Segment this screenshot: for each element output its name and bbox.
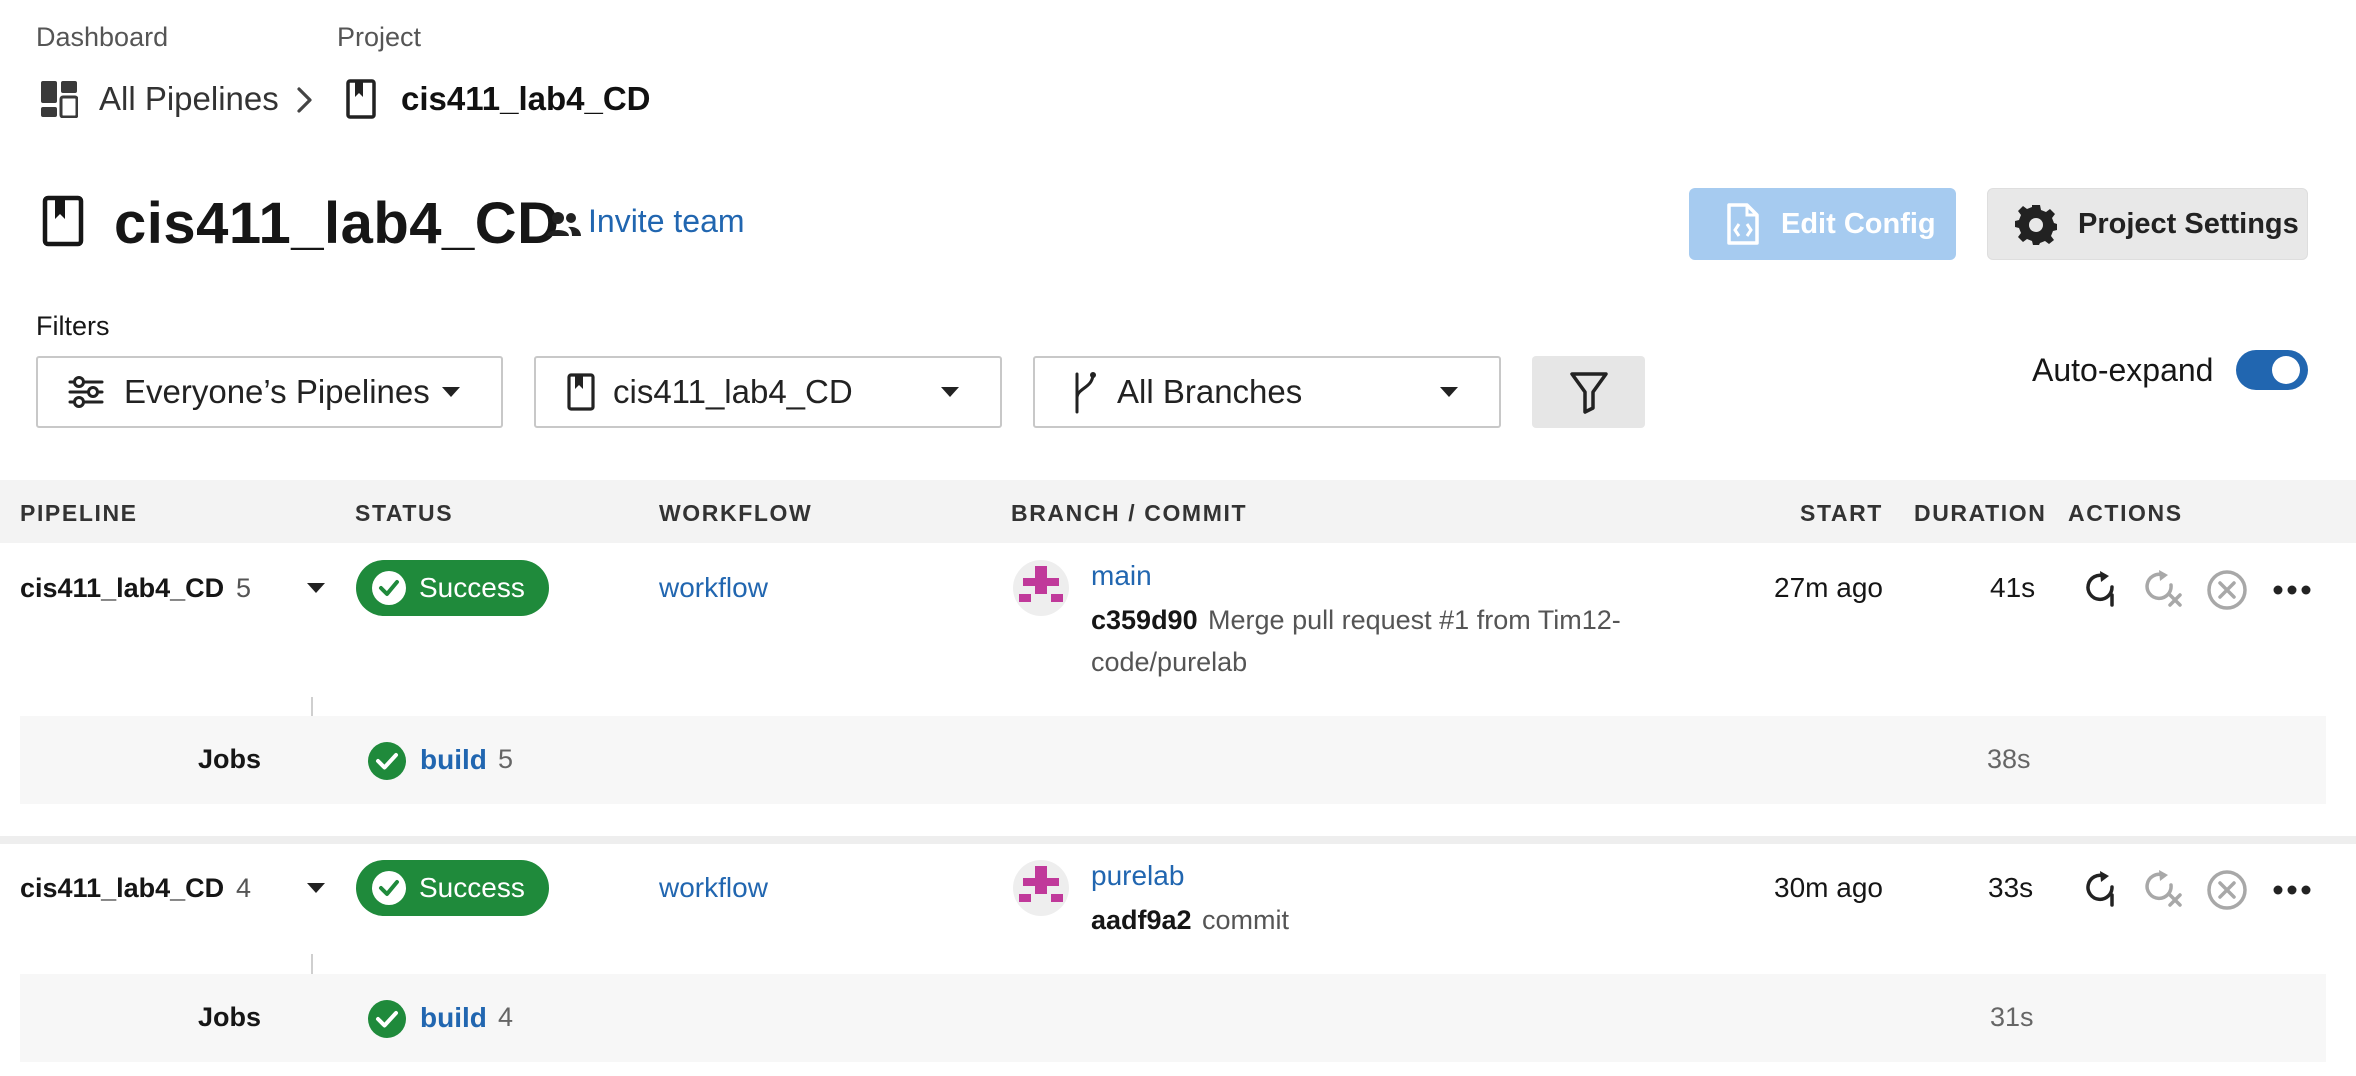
jobs-label: Jobs <box>198 744 262 774</box>
rerun-failed-icon[interactable] <box>2143 869 2183 909</box>
job-duration: 31s <box>1990 1002 2034 1032</box>
jobs-row: Jobs build 4 31s <box>20 974 2326 1062</box>
toggle-knob <box>2272 356 2300 384</box>
avatar <box>1013 860 1069 916</box>
job-success-icon <box>367 741 407 781</box>
check-circle-icon <box>371 870 407 906</box>
cancel-icon[interactable] <box>2206 869 2248 911</box>
project-filter-value: cis411_lab4_CD <box>613 373 853 410</box>
commit-info: c359d90 Merge pull request #1 from Tim12… <box>1091 599 1711 683</box>
jobs-row: Jobs build 5 38s <box>20 716 2326 804</box>
breadcrumb-project-label: Project <box>337 22 422 52</box>
bookmark-project-icon <box>567 373 595 411</box>
pipeline-number: 4 <box>236 873 252 903</box>
page-title: cis411_lab4_CD <box>114 191 560 256</box>
breadcrumb-all-pipelines[interactable]: All Pipelines <box>99 80 279 118</box>
commit-info: aadf9a2 commit <box>1091 899 1711 941</box>
more-dots-icon[interactable] <box>2273 885 2311 895</box>
column-header-duration: DURATION <box>1914 500 2047 526</box>
jobs-label: Jobs <box>198 1002 262 1032</box>
project-settings-label: Project Settings <box>2078 207 2299 240</box>
people-icon <box>546 210 582 238</box>
column-header-branch-commit: BRANCH / COMMIT <box>1011 500 1248 526</box>
commit-message: Merge pull request #1 from Tim12- <box>1208 605 1621 635</box>
git-branch-icon <box>1069 370 1099 414</box>
status-text: Success <box>419 872 525 903</box>
job-number: 4 <box>498 1002 514 1032</box>
gear-icon <box>2015 203 2057 245</box>
breadcrumb-current-project: cis411_lab4_CD <box>401 80 651 117</box>
dashboard-grid-icon <box>40 80 78 118</box>
duration: 41s <box>1990 572 2036 603</box>
commit-sha[interactable]: aadf9a2 <box>1091 905 1192 935</box>
branch-link[interactable]: main <box>1091 560 1152 592</box>
rerun-failed-icon[interactable] <box>2143 569 2183 609</box>
job-success-icon <box>367 999 407 1039</box>
bookmark-project-icon <box>346 79 376 119</box>
rerun-icon[interactable] <box>2082 869 2120 907</box>
table-row: cis411_lab4_CD 4 Success workflow purela… <box>0 844 2356 1076</box>
rerun-icon[interactable] <box>2082 569 2120 607</box>
sliders-icon <box>68 374 104 410</box>
pipelines-filter-select[interactable]: Everyone’s Pipelines <box>36 356 503 428</box>
expand-chevron-icon[interactable] <box>306 582 326 594</box>
column-header-workflow: WORKFLOW <box>659 500 813 526</box>
expand-chevron-icon[interactable] <box>306 882 326 894</box>
branches-filter-value: All Branches <box>1117 373 1303 410</box>
column-header-status: STATUS <box>355 500 454 526</box>
duration: 33s <box>1988 872 2034 903</box>
job-duration: 38s <box>1987 744 2031 774</box>
edit-config-button[interactable]: Edit Config <box>1689 188 1956 260</box>
pipelines-filter-value: Everyone’s Pipelines <box>124 373 430 410</box>
table-row: cis411_lab4_CD 5 Success workflow main c… <box>0 543 2356 836</box>
pipeline-name[interactable]: cis411_lab4_CD <box>20 573 224 604</box>
row-divider <box>0 836 2356 844</box>
status-text: Success <box>419 572 525 603</box>
cancel-icon[interactable] <box>2206 569 2248 611</box>
column-header-start: START <box>1800 500 1883 526</box>
avatar <box>1013 560 1069 616</box>
check-circle-icon <box>371 570 407 606</box>
chevron-right-icon <box>294 85 316 115</box>
job-link[interactable]: build <box>420 1002 487 1034</box>
pipeline-number: 5 <box>236 573 252 603</box>
funnel-icon <box>1569 370 1609 414</box>
status-badge[interactable]: Success <box>356 860 549 916</box>
start-time: 27m ago <box>1774 572 1883 603</box>
start-time: 30m ago <box>1774 872 1883 903</box>
breadcrumb-dashboard-label: Dashboard <box>36 22 169 52</box>
commit-message: commit <box>1202 905 1290 935</box>
chevron-down-icon <box>940 386 960 398</box>
filters-label: Filters <box>36 311 110 341</box>
config-file-icon <box>1725 202 1761 246</box>
more-dots-icon[interactable] <box>2273 585 2311 595</box>
project-settings-button[interactable]: Project Settings <box>1987 188 2308 260</box>
column-header-pipeline: PIPELINE <box>20 500 138 526</box>
edit-config-label: Edit Config <box>1781 207 1936 240</box>
project-filter-select[interactable]: cis411_lab4_CD <box>534 356 1002 428</box>
invite-team-link[interactable]: Invite team <box>588 203 745 240</box>
status-badge[interactable]: Success <box>356 560 549 616</box>
branches-filter-select[interactable]: All Branches <box>1033 356 1501 428</box>
chevron-down-icon <box>441 386 461 398</box>
auto-expand-toggle[interactable] <box>2236 350 2308 390</box>
project-title-icon <box>42 195 84 247</box>
workflow-link[interactable]: workflow <box>659 872 768 904</box>
advanced-filter-button[interactable] <box>1532 356 1645 428</box>
column-header-actions: ACTIONS <box>2068 500 2183 526</box>
auto-expand-label: Auto-expand <box>2032 352 2214 388</box>
job-number: 5 <box>498 744 514 774</box>
commit-message-continued: code/purelab <box>1091 647 1248 677</box>
job-link[interactable]: build <box>420 744 487 776</box>
pipeline-name[interactable]: cis411_lab4_CD <box>20 873 224 904</box>
workflow-link[interactable]: workflow <box>659 572 768 604</box>
commit-sha[interactable]: c359d90 <box>1091 605 1198 635</box>
chevron-down-icon <box>1439 386 1459 398</box>
branch-link[interactable]: purelab <box>1091 860 1184 892</box>
